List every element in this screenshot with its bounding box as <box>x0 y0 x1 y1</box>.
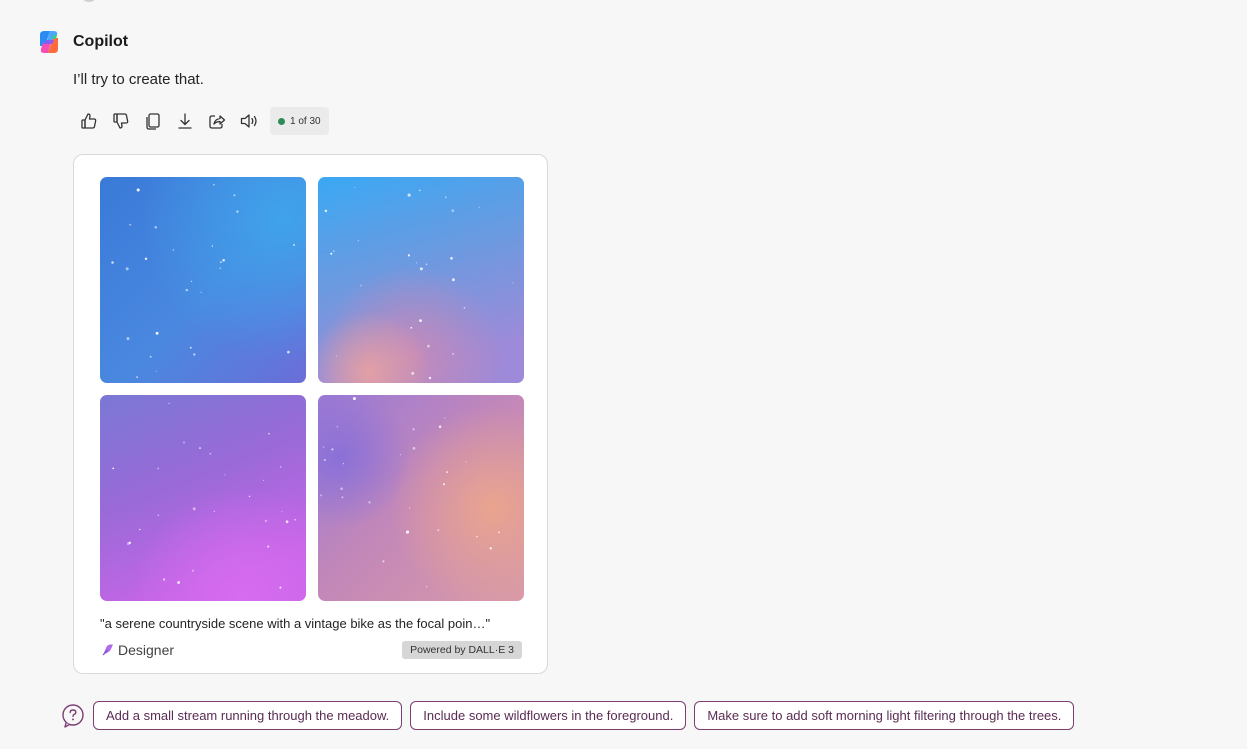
assistant-name: Copilot <box>73 33 129 50</box>
read-aloud-button[interactable] <box>237 109 261 133</box>
suggestion-chip-stream[interactable]: Add a small stream running through the m… <box>93 701 403 730</box>
share-button[interactable] <box>205 109 229 133</box>
export-button[interactable] <box>173 109 197 133</box>
suggestion-chip-wildflowers[interactable]: Include some wildflowers in the foregrou… <box>410 701 687 730</box>
download-icon <box>178 113 192 129</box>
thumbs-down-icon <box>113 113 129 129</box>
copy-button[interactable] <box>141 109 165 133</box>
thumbs-up-icon <box>81 113 97 129</box>
suggestion-chip-morning-light[interactable]: Make sure to add soft morning light filt… <box>694 701 1075 730</box>
designer-label: Designer <box>118 642 175 658</box>
counter-text: 1 of 30 <box>290 115 321 127</box>
generated-image-3[interactable] <box>100 395 306 601</box>
image-grid <box>100 177 524 601</box>
like-button[interactable] <box>77 109 101 133</box>
share-icon <box>209 115 226 129</box>
response-counter: 1 of 30 <box>270 107 329 135</box>
help-button[interactable] <box>60 703 86 729</box>
generated-image-4[interactable] <box>318 395 524 601</box>
copilot-logo-icon <box>36 29 62 55</box>
copy-icon <box>146 113 160 130</box>
generated-image-1[interactable] <box>100 177 306 383</box>
assistant-header: Copilot <box>36 29 128 55</box>
designer-source[interactable]: Designer <box>101 642 174 658</box>
dislike-button[interactable] <box>109 109 133 133</box>
message-text: I’ll try to create that. <box>73 71 204 88</box>
generated-image-2[interactable] <box>318 177 524 383</box>
suggestion-bar: Add a small stream running through the m… <box>60 701 1082 730</box>
question-circle-icon <box>62 703 84 728</box>
powered-by-badge: Powered by DALL·E 3 <box>402 641 522 659</box>
status-dot <box>278 117 285 125</box>
image-prompt-caption: "a serene countryside scene with a vinta… <box>100 616 491 631</box>
speaker-icon <box>240 114 257 128</box>
designer-icon <box>101 643 115 657</box>
image-result-card: "a serene countryside scene with a vinta… <box>73 154 548 674</box>
message-actions-toolbar: 1 of 30 <box>77 107 329 135</box>
previous-message-fragment <box>78 0 132 4</box>
